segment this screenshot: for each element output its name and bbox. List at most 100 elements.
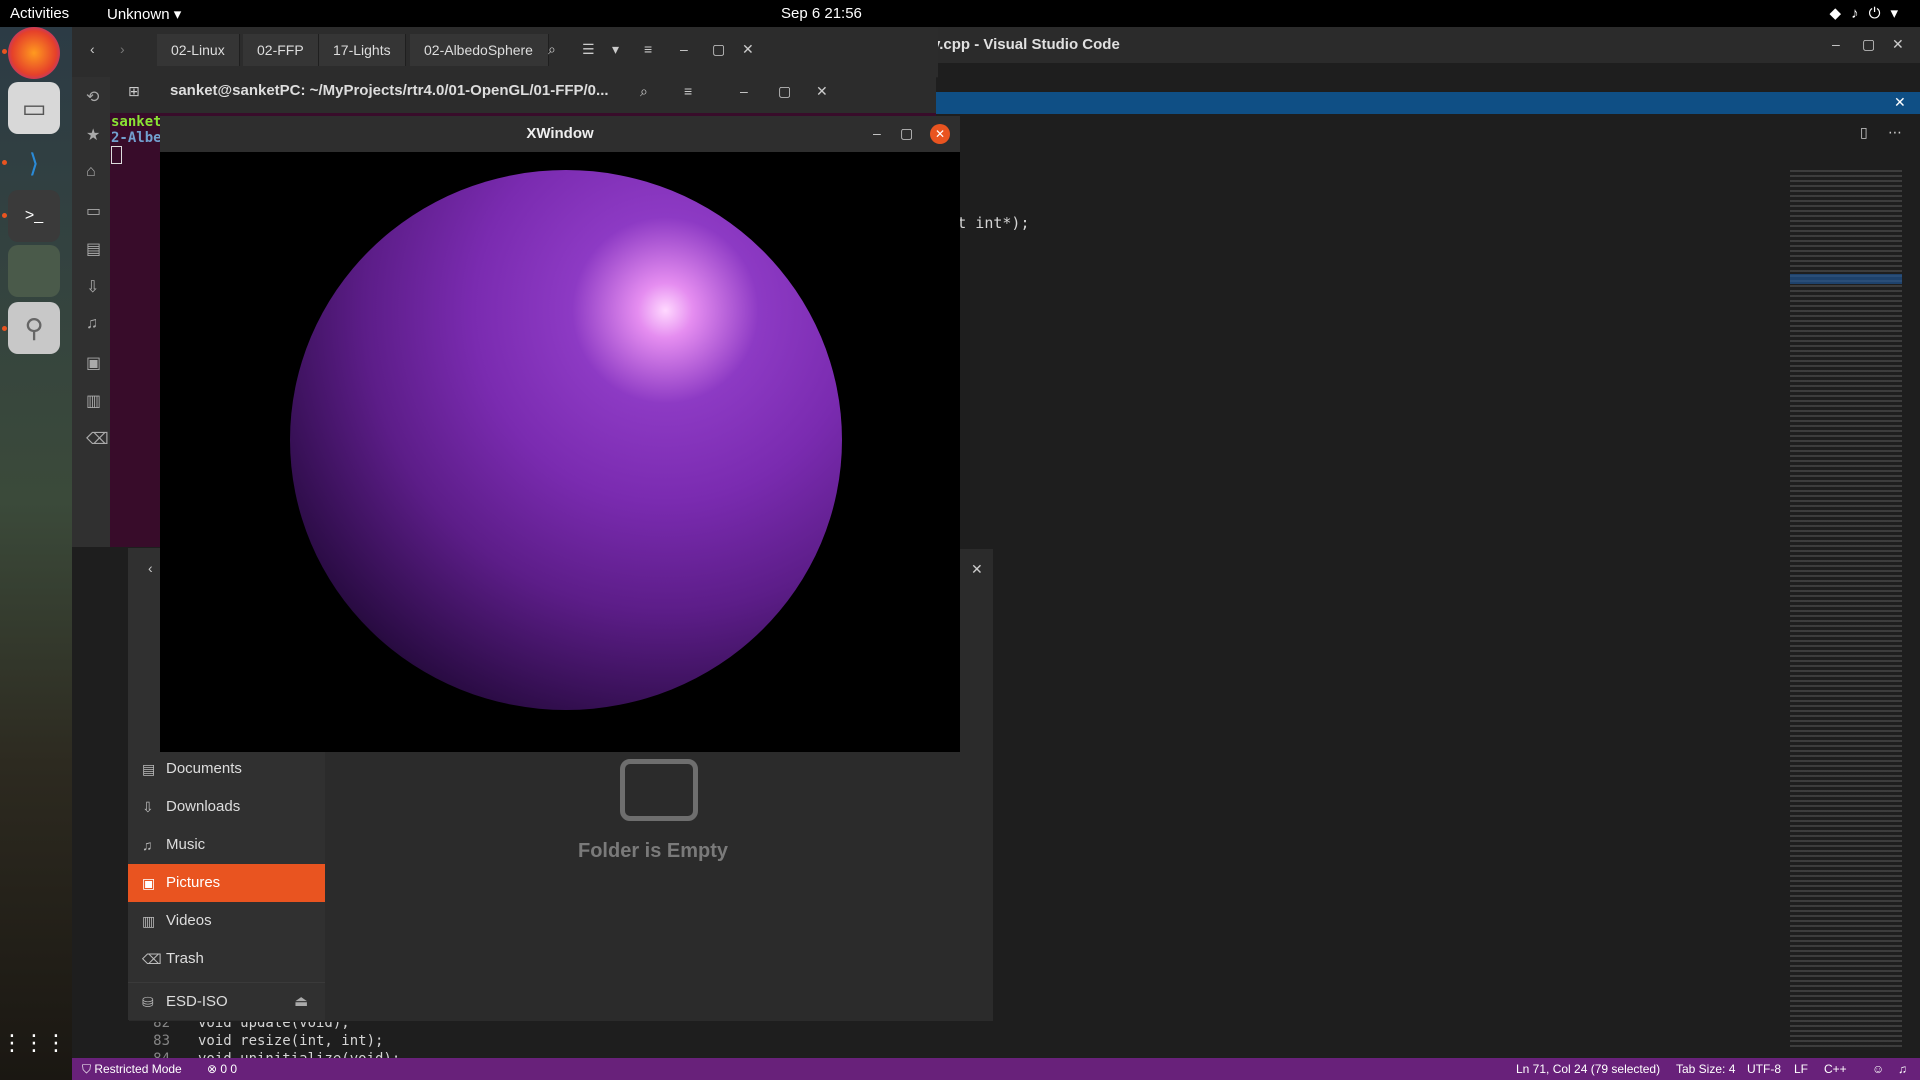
maximize-icon[interactable]: ▢: [1862, 36, 1875, 53]
terminal-prompt: sanket: [111, 114, 162, 130]
close-icon[interactable]: ✕: [1894, 94, 1906, 111]
problems-indicator[interactable]: ⊗ 0 0: [207, 1062, 237, 1076]
home-icon[interactable]: ⌂: [86, 163, 96, 181]
trash-icon: ⌫: [142, 951, 162, 967]
maximize-icon[interactable]: ▢: [778, 83, 791, 100]
videos-icon: ▥: [142, 913, 156, 929]
minimize-icon[interactable]: –: [680, 41, 688, 57]
document-icon: ▤: [142, 761, 156, 777]
files-back-sidebar: ⟲ ★ ⌂ ▭ ▤ ⇩ ♫ ▣ ▥ ⌫: [72, 77, 112, 547]
download-icon[interactable]: ⇩: [86, 277, 99, 297]
sidebar-item-videos[interactable]: ▥ Videos: [128, 902, 325, 940]
tab-size[interactable]: Tab Size: 4: [1676, 1062, 1735, 1076]
volume-icon: ♪: [1851, 5, 1869, 22]
path-segment[interactable]: 02-Linux: [157, 34, 240, 66]
clock[interactable]: Sep 6 21:56: [781, 5, 862, 22]
close-icon[interactable]: ✕: [742, 41, 754, 58]
sidebar-item-music[interactable]: ♫ Music: [128, 826, 325, 864]
sidebar-item-label: Trash: [166, 950, 204, 967]
pictures-icon: ▣: [142, 875, 156, 891]
eol[interactable]: LF: [1794, 1062, 1808, 1076]
sidebar-item-device[interactable]: ⛁ ESD-ISO ⏏: [128, 982, 325, 1020]
drive-icon: ⛁: [142, 994, 154, 1010]
encoding[interactable]: UTF-8: [1747, 1062, 1781, 1076]
feedback-icon[interactable]: ☺: [1872, 1062, 1884, 1076]
new-tab-icon[interactable]: ⊞: [128, 83, 140, 100]
path-segment[interactable]: 02-AlbedoSphere ▾: [410, 34, 549, 90]
trash-icon[interactable]: ⌫: [86, 429, 109, 449]
sidebar-item-documents[interactable]: ▤ Documents: [128, 750, 325, 788]
cursor-position[interactable]: Ln 71, Col 24 (79 selected): [1516, 1062, 1660, 1076]
list-view-icon[interactable]: ☰: [582, 41, 595, 58]
usb-drive-icon[interactable]: ⚲: [8, 302, 60, 354]
minimap[interactable]: [1790, 170, 1902, 1050]
sidebar-item-label: Music: [166, 836, 206, 853]
path-segment[interactable]: 02-FFP: [243, 34, 319, 66]
pictures-icon[interactable]: ▣: [86, 353, 101, 373]
back-icon[interactable]: ‹: [148, 560, 153, 576]
videos-icon[interactable]: ▥: [86, 391, 101, 411]
running-indicator: [2, 326, 7, 331]
terminal-title: sanket@sanketPC: ~/MyProjects/rtr4.0/01-…: [170, 82, 609, 99]
eject-icon[interactable]: ⏏: [294, 983, 308, 1021]
starred-icon[interactable]: ★: [86, 125, 100, 145]
notifications-icon[interactable]: ♫: [1898, 1062, 1907, 1076]
top-bar: Activities Unknown ▾ Sep 6 21:56 ◆♪⏻▾: [0, 0, 1920, 27]
code-text: void resize(int, int);: [198, 1033, 384, 1049]
sidebar-item-downloads[interactable]: ⇩ Downloads: [128, 788, 325, 826]
chevron-down-icon[interactable]: ▾: [612, 41, 619, 58]
power-icon: ⏻: [1868, 5, 1891, 22]
line-number: 83: [153, 1033, 170, 1049]
restricted-mode-indicator[interactable]: ⛉ Restricted Mode: [82, 1062, 182, 1077]
sidebar-item-trash[interactable]: ⌫ Trash: [128, 940, 325, 978]
search-icon[interactable]: ⌕: [548, 41, 556, 58]
app-menu[interactable]: Unknown ▾: [107, 5, 181, 23]
more-actions-icon[interactable]: ⋯: [1888, 124, 1902, 141]
code-line: 83 void resize(int, int);: [130, 1033, 400, 1051]
document-icon[interactable]: ▤: [86, 239, 101, 259]
minimize-icon[interactable]: –: [873, 125, 881, 141]
activities-button[interactable]: Activities: [10, 5, 69, 22]
vscode-icon[interactable]: ⟩: [8, 137, 60, 189]
app-menu-label: Unknown: [107, 6, 170, 23]
close-icon[interactable]: ✕: [971, 561, 983, 578]
firefox-icon[interactable]: [8, 27, 60, 79]
running-indicator: [2, 213, 7, 218]
path-segment-label: 02-AlbedoSphere: [424, 42, 533, 58]
image-viewer-icon[interactable]: [8, 245, 60, 297]
sidebar-item-label: Downloads: [166, 798, 241, 815]
path-segment[interactable]: 17-Lights: [319, 34, 406, 66]
wifi-icon: ◆: [1829, 5, 1852, 22]
maximize-icon[interactable]: ▢: [712, 41, 725, 58]
music-icon[interactable]: ♫: [86, 315, 98, 333]
search-icon[interactable]: ⌕: [640, 83, 648, 100]
back-icon[interactable]: ‹: [90, 41, 95, 57]
system-tray[interactable]: ◆♪⏻▾: [1830, 4, 1908, 22]
show-apps-icon[interactable]: ⋮⋮⋮: [1, 1017, 67, 1069]
sidebar-item-pictures[interactable]: ▣ Pictures: [128, 864, 325, 902]
terminal-cursor: [111, 146, 122, 164]
recent-icon[interactable]: ⟲: [86, 87, 99, 107]
xwindow-titlebar: XWindow – ▢ ✕: [160, 116, 960, 152]
forward-icon[interactable]: ›: [120, 41, 125, 57]
sidebar-item-label: Videos: [166, 912, 212, 929]
folder-empty-label: Folder is Empty: [578, 840, 729, 862]
close-icon[interactable]: ✕: [930, 124, 950, 144]
split-editor-icon[interactable]: ▯: [1860, 124, 1868, 141]
files-icon[interactable]: ▭: [8, 82, 60, 134]
maximize-icon[interactable]: ▢: [900, 125, 913, 142]
language-mode[interactable]: C++: [1824, 1062, 1847, 1076]
menu-icon[interactable]: ≡: [684, 83, 692, 99]
desktop-icon[interactable]: ▭: [86, 201, 101, 221]
minimize-icon[interactable]: –: [740, 83, 748, 99]
problems-count: 0 0: [220, 1062, 238, 1076]
close-icon[interactable]: ✕: [1892, 36, 1904, 53]
minimize-icon[interactable]: –: [1832, 36, 1840, 52]
close-icon[interactable]: ✕: [816, 83, 828, 100]
terminal-header: ⊞ sanket@sanketPC: ~/MyProjects/rtr4.0/0…: [110, 71, 936, 113]
xwindow-title: XWindow: [526, 125, 594, 142]
terminal-icon[interactable]: >_: [8, 190, 60, 242]
minimap-viewport[interactable]: [1790, 274, 1902, 284]
sidebar-item-label: ESD-ISO: [166, 993, 228, 1010]
menu-icon[interactable]: ≡: [644, 41, 652, 57]
